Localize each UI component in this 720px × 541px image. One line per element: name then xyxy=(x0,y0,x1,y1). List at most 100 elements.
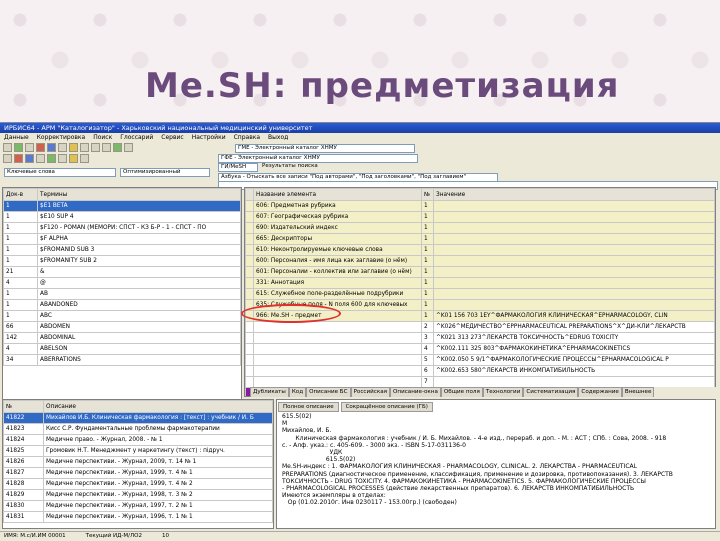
table-row[interactable]: 2 ^K026^МЕДИЧЕСТВО^ЕРPHARMACEUTICAL PREPA… xyxy=(245,321,715,333)
cancel-icon[interactable] xyxy=(14,154,23,163)
value-cell[interactable]: ^K026^МЕДИЧЕСТВО^ЕРPHARMACEUTICAL PREPAR… xyxy=(433,321,715,333)
folder-icon[interactable] xyxy=(69,143,78,152)
menu-item-4[interactable]: Сервис xyxy=(161,134,183,141)
table-row[interactable]: 5 ^K002.050 5 9/1^ФАРМАКОЛОГИЧЕСКИЕ ПРОЦЕ… xyxy=(245,354,715,366)
table-row[interactable]: 41826 Медичне перспективи. - Журнал, 2009… xyxy=(3,456,273,468)
value-cell[interactable] xyxy=(433,244,715,256)
field-tab-5[interactable]: Общие поля xyxy=(440,387,483,397)
filter-icon[interactable] xyxy=(3,154,12,163)
star-icon[interactable] xyxy=(69,154,78,163)
table-row[interactable]: 1 $FROMANID SUB 3 xyxy=(3,244,241,256)
settings-icon[interactable] xyxy=(124,143,133,152)
last-record-icon[interactable] xyxy=(113,143,122,152)
refresh-icon[interactable] xyxy=(25,154,34,163)
table-row[interactable]: 600: Персоналия - имя лица как заглавие … xyxy=(245,255,715,267)
table-row[interactable]: 41824 Медичне право. - Журнал, 2008. - № … xyxy=(3,434,273,446)
table-row[interactable]: 3 ^K021 313 273^ЛЕКАРСТВ ТОКСИЧНОСТЬ^ЕDRU… xyxy=(245,332,715,344)
table-row[interactable]: 690: Издательский индекс 1 xyxy=(245,222,715,234)
table-row[interactable]: 665: Дескрипторы 1 xyxy=(245,233,715,245)
table-row[interactable]: 607: Географическая рубрика 1 xyxy=(245,211,715,223)
value-cell[interactable] xyxy=(433,233,715,245)
table-row[interactable]: 41822 Михайлов И.Б. Клиническая фармаколо… xyxy=(3,412,273,424)
table-row[interactable]: 4 ABELSON xyxy=(3,343,241,355)
record-tab-1[interactable]: Сокращённое описание (ГБ) xyxy=(340,402,433,412)
col-occurrence[interactable]: № xyxy=(421,188,434,201)
value-cell[interactable] xyxy=(433,266,715,278)
col-record-number[interactable]: № xyxy=(3,400,44,413)
col-docs[interactable]: Док-в xyxy=(3,188,38,201)
table-row[interactable]: 41828 Медичне перспективи. - Журнал, 1999… xyxy=(3,478,273,490)
field-tab-8[interactable]: Содержание xyxy=(578,387,622,397)
table-row[interactable]: 1 $E1 BETA xyxy=(3,200,241,212)
table-row[interactable]: 4 ^K002.111 325 803^ФАРМАКОКИНЕТИКА^ЕPHAR… xyxy=(245,343,715,355)
prev-record-icon[interactable] xyxy=(91,143,100,152)
list-icon[interactable] xyxy=(80,154,89,163)
table-row[interactable]: 331: Аннотация 1 xyxy=(245,277,715,289)
table-row[interactable]: 1 $F ALPHA xyxy=(3,233,241,245)
col-value[interactable]: Значение xyxy=(433,188,715,201)
table-row[interactable]: 615: Служебное поле-разделённые подрубри… xyxy=(245,288,715,300)
field-tab-3[interactable]: Российская xyxy=(350,387,391,397)
value-cell[interactable] xyxy=(433,277,715,289)
query-field[interactable]: Азбука - Отыскать все записи "Под автора… xyxy=(218,173,498,182)
value-cell[interactable]: ^K002.050 5 9/1^ФАРМАКОЛОГИЧЕСКИЕ ПРОЦЕС… xyxy=(433,354,715,366)
table-row[interactable]: 66 ABDOMEN xyxy=(3,321,241,333)
value-cell[interactable] xyxy=(433,211,715,223)
dictionary-select[interactable]: Ключевые слова xyxy=(4,168,116,177)
table-row[interactable]: 1 $E10 SUP 4 xyxy=(3,211,241,223)
new-record-icon[interactable] xyxy=(3,143,12,152)
field-tab-9[interactable]: Внешнее xyxy=(621,387,655,397)
value-cell[interactable] xyxy=(433,255,715,267)
menu-item-2[interactable]: Поиск xyxy=(93,134,112,141)
check-icon[interactable] xyxy=(47,154,56,163)
table-row[interactable]: 6 ^K002.653 580^ЛЕКАРСТВ ИНКОМПАТИБИЛЬНОС… xyxy=(245,365,715,377)
table-row[interactable]: 4 @ xyxy=(3,277,241,289)
table-row[interactable]: 1 ABC xyxy=(3,310,241,322)
table-row[interactable]: 1 $F120 - POMAN (МЕМОРИ: СПСТ - КЗ Б-Р - … xyxy=(3,222,241,234)
value-cell[interactable]: ^K002.653 580^ЛЕКАРСТВ ИНКОМПАТИБИЛЬНОСТ… xyxy=(433,365,715,377)
next-record-icon[interactable] xyxy=(102,143,111,152)
value-cell[interactable] xyxy=(433,376,715,388)
table-row[interactable]: 41823 Кисс С.Р. Фундаментальные проблемы … xyxy=(3,423,273,435)
input-field[interactable]: ГИ/МеSН xyxy=(218,163,258,172)
field-tab-0[interactable]: Дубликаты xyxy=(250,387,289,397)
table-row[interactable]: 1 $FROMANITY SUB 2 xyxy=(3,255,241,267)
value-cell[interactable]: ^K002.111 325 803^ФАРМАКОКИНЕТИКА^ЕPHARM… xyxy=(433,343,715,355)
save-icon[interactable] xyxy=(14,143,23,152)
table-row[interactable]: 21 & xyxy=(3,266,241,278)
col-terms[interactable]: Термины xyxy=(37,188,241,201)
catalog-select[interactable]: ГФЕ - Электронный каталог ХНМУ xyxy=(218,154,418,163)
field-tab-1[interactable]: Код xyxy=(288,387,307,397)
table-row[interactable]: 7 xyxy=(245,376,715,388)
value-cell[interactable] xyxy=(433,222,715,234)
table-row[interactable]: 34 ABERRATIONS xyxy=(3,354,241,366)
sort-select[interactable]: Оптимизированный xyxy=(120,168,210,177)
database-select[interactable]: ГМЕ - Электронный каталог ХНМУ xyxy=(235,144,415,153)
table-row[interactable]: 41827 Медичне перспективи. - Журнал, 1999… xyxy=(3,467,273,479)
table-row[interactable]: 1 ABANDONED xyxy=(3,299,241,311)
search-icon[interactable] xyxy=(47,143,56,152)
menu-item-5[interactable]: Настройки xyxy=(192,134,226,141)
field-tab-2[interactable]: Описание БС xyxy=(306,387,351,397)
menu-item-0[interactable]: Данные xyxy=(4,134,29,141)
print-icon[interactable] xyxy=(58,143,67,152)
table-row[interactable]: 606: Предметная рубрика 1 xyxy=(245,200,715,212)
table-row[interactable]: 41829 Медичне перспективи. - Журнал, 1998… xyxy=(3,489,273,501)
field-tab-6[interactable]: Технологии xyxy=(482,387,524,397)
record-tab-0[interactable]: Полное описание xyxy=(278,402,339,412)
value-cell[interactable]: ^K021 313 273^ЛЕКАРСТВ ТОКСИЧНОСТЬ^ЕDRUG… xyxy=(433,332,715,344)
table-row[interactable]: 41831 Медичне перспективи. - Журнал, 1996… xyxy=(3,511,273,523)
sort-icon[interactable] xyxy=(36,154,45,163)
value-cell[interactable] xyxy=(433,299,715,311)
table-row[interactable]: 41825 Громовик Н.Т. Менеджмент у маркетин… xyxy=(3,445,273,457)
delete-icon[interactable] xyxy=(36,143,45,152)
menu-item-3[interactable]: Глоссарий xyxy=(120,134,153,141)
dictionary-icon[interactable] xyxy=(58,154,67,163)
copy-icon[interactable] xyxy=(25,143,34,152)
col-record-desc[interactable]: Описание xyxy=(43,400,273,413)
field-tab-4[interactable]: Описание-окна xyxy=(390,387,441,397)
field-tab-7[interactable]: Систематизация xyxy=(523,387,579,397)
menu-item-1[interactable]: Корректировка xyxy=(37,134,86,141)
value-cell[interactable] xyxy=(433,200,715,212)
menu-item-6[interactable]: Справка xyxy=(234,134,260,141)
